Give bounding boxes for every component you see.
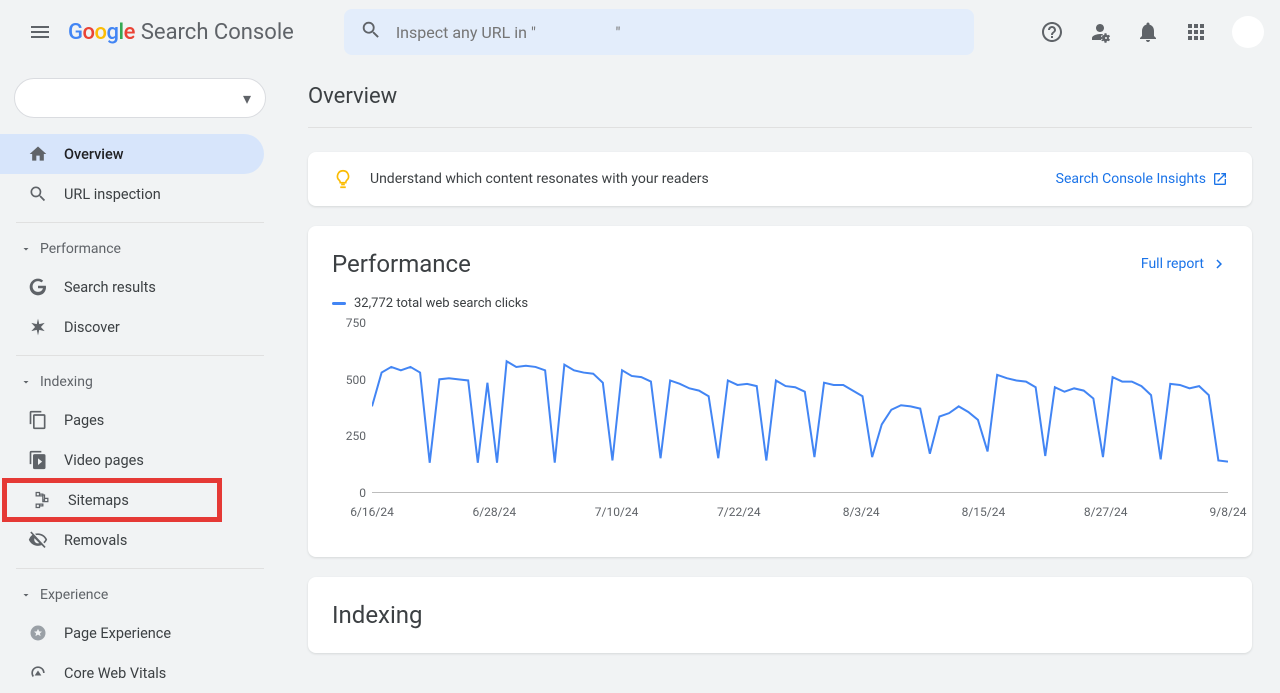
sidebar-item-removals[interactable]: Removals bbox=[0, 520, 264, 560]
section-performance[interactable]: Performance bbox=[0, 231, 280, 267]
search-icon bbox=[360, 19, 382, 45]
sidebar-item-page-experience[interactable]: Page Experience bbox=[0, 613, 264, 653]
apps-button[interactable] bbox=[1176, 12, 1216, 52]
sidebar-item-url-inspection[interactable]: URL inspection bbox=[0, 174, 264, 214]
google-logo: Google bbox=[68, 20, 135, 45]
pages-icon bbox=[28, 410, 48, 430]
sidebar-item-pages[interactable]: Pages bbox=[0, 400, 264, 440]
content-area: Overview Understand which content resona… bbox=[280, 64, 1280, 686]
sidebar-item-label: Page Experience bbox=[64, 625, 171, 642]
performance-card: Performance Full report 32,772 total web… bbox=[308, 226, 1252, 557]
section-experience[interactable]: Experience bbox=[0, 577, 280, 613]
google-g-icon bbox=[28, 277, 48, 297]
sidebar-item-core-web-vitals[interactable]: Core Web Vitals bbox=[0, 653, 264, 693]
indexing-card: Indexing bbox=[308, 577, 1252, 653]
sidebar-item-label: Search results bbox=[64, 279, 156, 296]
sidebar-item-label: Video pages bbox=[64, 452, 144, 469]
video-pages-icon bbox=[28, 450, 48, 470]
asterisk-icon bbox=[28, 317, 48, 337]
sidebar-item-label: Core Web Vitals bbox=[64, 665, 166, 682]
sitemap-icon bbox=[32, 490, 52, 510]
badge-icon bbox=[28, 623, 48, 643]
insights-text: Understand which content resonates with … bbox=[370, 171, 1056, 187]
search-input[interactable] bbox=[396, 23, 958, 42]
sidebar-item-video-pages[interactable]: Video pages bbox=[0, 440, 264, 480]
header-actions bbox=[1032, 12, 1264, 52]
sidebar-item-overview[interactable]: Overview bbox=[0, 134, 264, 174]
section-indexing[interactable]: Indexing bbox=[0, 364, 280, 400]
insights-banner: Understand which content resonates with … bbox=[308, 152, 1252, 206]
chevron-down-icon: ▾ bbox=[243, 89, 251, 108]
sidebar-item-label: Removals bbox=[64, 532, 127, 549]
sidebar-item-search-results[interactable]: Search results bbox=[0, 267, 264, 307]
sidebar-item-label: Overview bbox=[64, 146, 124, 163]
legend-swatch bbox=[332, 302, 346, 305]
sidebar-item-label: Discover bbox=[64, 319, 120, 336]
visibility-off-icon bbox=[28, 530, 48, 550]
menu-button[interactable] bbox=[16, 8, 64, 56]
performance-title: Performance bbox=[332, 250, 471, 278]
page-title: Overview bbox=[308, 84, 1252, 128]
legend-label: 32,772 total web search clicks bbox=[354, 296, 528, 311]
sidebar-item-label: Pages bbox=[64, 412, 104, 429]
sidebar-item-label: Sitemaps bbox=[68, 492, 129, 509]
sidebar-item-sitemaps[interactable]: Sitemaps bbox=[4, 480, 220, 520]
property-selector[interactable]: ▾ bbox=[14, 78, 266, 118]
help-button[interactable] bbox=[1032, 12, 1072, 52]
insights-link[interactable]: Search Console Insights bbox=[1056, 171, 1228, 187]
sidebar-item-label: URL inspection bbox=[64, 186, 161, 203]
home-icon bbox=[28, 144, 48, 164]
search-icon bbox=[28, 184, 48, 204]
speed-icon bbox=[28, 663, 48, 683]
sidebar-item-discover[interactable]: Discover bbox=[0, 307, 264, 347]
users-settings-button[interactable] bbox=[1080, 12, 1120, 52]
notifications-button[interactable] bbox=[1128, 12, 1168, 52]
logo[interactable]: Google Search Console bbox=[68, 20, 294, 45]
url-search-bar[interactable] bbox=[344, 9, 974, 55]
app-header: Google Search Console bbox=[0, 0, 1280, 64]
performance-chart: 0250500750 6/16/246/28/247/10/247/22/248… bbox=[332, 323, 1228, 533]
indexing-title: Indexing bbox=[332, 601, 1228, 629]
chart-legend: 32,772 total web search clicks bbox=[332, 296, 1228, 311]
sidebar: ▾ Overview URL inspection Performance Se… bbox=[0, 64, 280, 686]
account-avatar[interactable] bbox=[1232, 16, 1264, 48]
product-name: Search Console bbox=[141, 20, 294, 45]
lightbulb-icon bbox=[332, 168, 354, 190]
full-report-link[interactable]: Full report bbox=[1141, 255, 1228, 273]
